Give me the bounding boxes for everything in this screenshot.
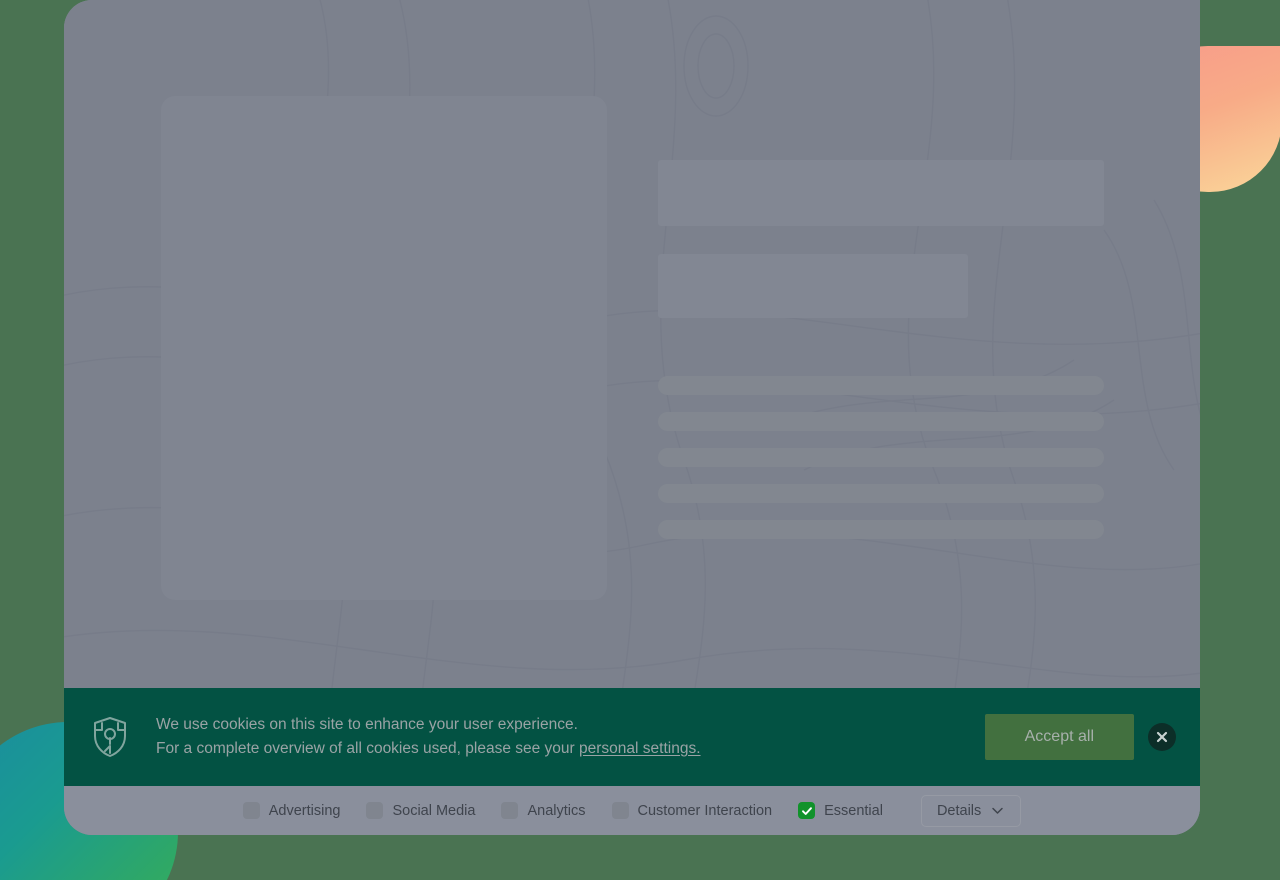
- pref-label-analytics: Analytics: [527, 802, 586, 819]
- pref-option-analytics[interactable]: Analytics: [501, 802, 586, 819]
- checkbox-customer-interaction[interactable]: [611, 802, 629, 819]
- cookie-text-line-2: For a complete overview of all cookies u…: [156, 737, 985, 762]
- skeleton-line: [658, 448, 1104, 467]
- personal-settings-link[interactable]: personal settings.: [579, 740, 701, 757]
- pref-option-customer-interaction[interactable]: Customer Interaction: [611, 802, 773, 819]
- cookie-text-line-1: We use cookies on this site to enhance y…: [156, 715, 578, 733]
- chevron-down-icon: [990, 803, 1005, 818]
- shield-lock-icon: [86, 713, 134, 761]
- skeleton-line: [658, 412, 1104, 431]
- pref-option-essential[interactable]: Essential: [798, 802, 883, 819]
- details-button[interactable]: Details: [920, 794, 1022, 827]
- cookie-banner-text: We use cookies on this site to enhance y…: [156, 713, 985, 762]
- skeleton-hero-image: [161, 96, 607, 600]
- pref-label-social-media: Social Media: [392, 802, 476, 819]
- skeleton-text-column: [658, 160, 1104, 556]
- skeleton-line: [658, 484, 1104, 503]
- details-button-label: Details: [936, 802, 982, 819]
- checkbox-social-media[interactable]: [366, 802, 384, 819]
- checkmark-icon: [801, 805, 813, 817]
- cookie-consent-banner: We use cookies on this site to enhance y…: [64, 688, 1200, 786]
- checkbox-essential[interactable]: [798, 802, 816, 819]
- banner-actions: Accept all: [984, 714, 1176, 760]
- checkbox-advertising[interactable]: [242, 802, 260, 819]
- pref-label-customer-interaction: Customer Interaction: [637, 802, 773, 819]
- pref-label-advertising: Advertising: [268, 802, 341, 819]
- page-root: We use cookies on this site to enhance y…: [0, 0, 1280, 880]
- cookie-text-prefix: For a complete overview of all cookies u…: [156, 740, 580, 757]
- skeleton-line: [658, 376, 1104, 395]
- pref-label-essential: Essential: [824, 802, 883, 819]
- close-icon: [1155, 730, 1169, 744]
- close-banner-button[interactable]: [1148, 723, 1176, 751]
- pref-option-social-media[interactable]: Social Media: [366, 802, 475, 819]
- skeleton-line: [658, 520, 1104, 539]
- skeleton-title-block: [658, 160, 1104, 226]
- accept-all-button[interactable]: Accept all: [984, 714, 1134, 760]
- cookie-preferences-bar: Advertising Social Media Analytics Custo…: [64, 786, 1200, 835]
- checkbox-analytics[interactable]: [501, 802, 519, 819]
- skeleton-subtitle-block: [658, 254, 968, 318]
- pref-option-advertising[interactable]: Advertising: [242, 802, 341, 819]
- app-window: We use cookies on this site to enhance y…: [64, 0, 1200, 835]
